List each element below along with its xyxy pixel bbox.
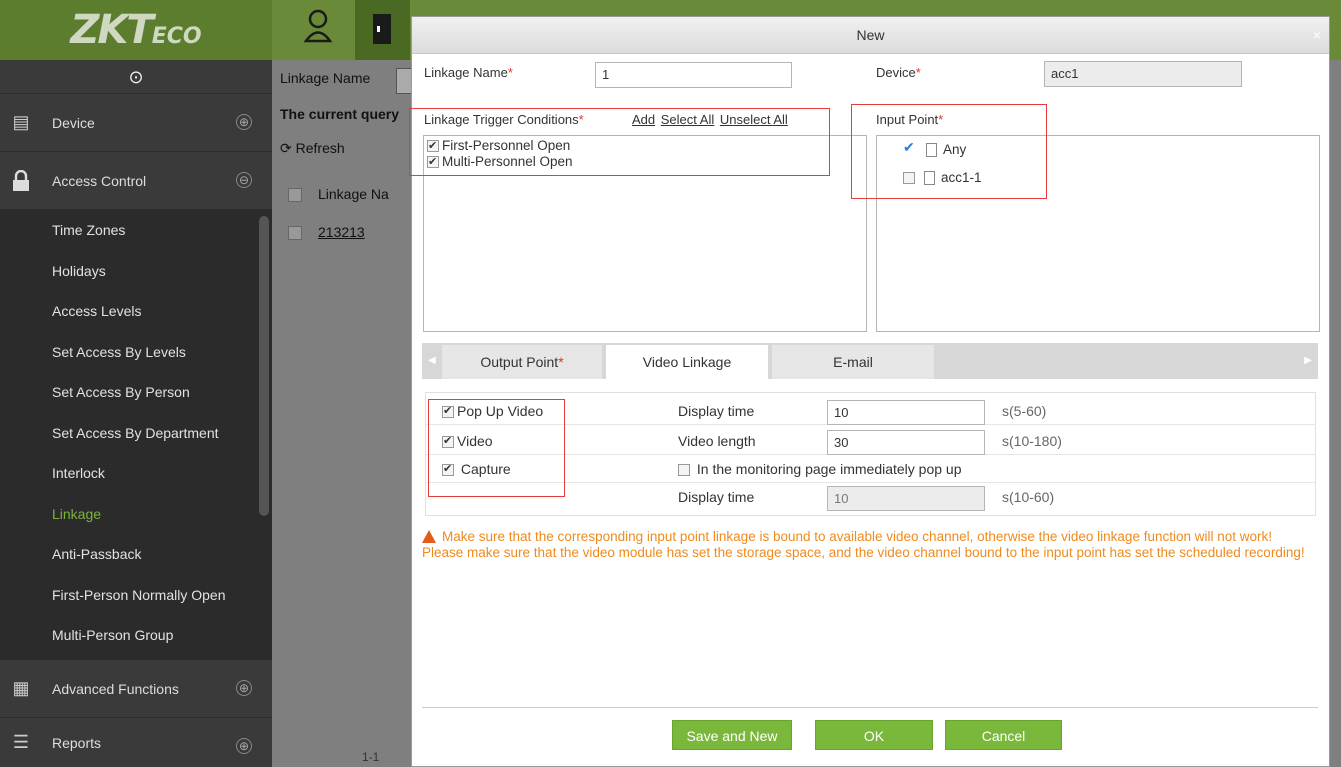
tab-scroll-right-icon[interactable]: ▶ (1304, 343, 1312, 379)
expand-icon[interactable]: ⊕ (236, 680, 252, 696)
device-label: Device* (876, 65, 921, 80)
tab-bar: ◀ Output Point* Video Linkage E-mail ▶ (422, 343, 1318, 379)
sidebar-group-label: Access Control (52, 172, 147, 189)
trigger-highlight-box (409, 108, 830, 176)
close-icon[interactable]: × (1313, 17, 1321, 54)
sidebar-item-set-access-by-department[interactable]: Set Access By Department (0, 413, 272, 454)
access-control-submenu: Time Zones Holidays Access Levels Set Ac… (0, 210, 272, 660)
logo-text: ZKTECO (70, 7, 202, 53)
tab-video-linkage[interactable]: Video Linkage (606, 345, 768, 379)
sidebar-group-device[interactable]: ▤ Device ⊕ (0, 94, 272, 152)
dialog-title: New (856, 27, 885, 43)
logo: ZKTECO (0, 0, 272, 60)
capture-display-time-label: Display time (678, 489, 755, 505)
sidebar-item-access-levels[interactable]: Access Levels (0, 291, 272, 332)
sidebar-item-first-person-normally-open[interactable]: First-Person Normally Open (0, 575, 272, 616)
filter-label: Linkage Name (280, 70, 371, 86)
linkage-name-input[interactable]: 1 (595, 62, 792, 88)
submenu-scrollbar[interactable] (259, 216, 269, 516)
video-length-hint: s(10-180) (1002, 433, 1062, 449)
sidebar-group-access-control[interactable]: Access Control ⊖ (0, 152, 272, 210)
monitor-popup-option[interactable]: In the monitoring page immediately pop u… (678, 461, 962, 477)
refresh-button[interactable]: ⟳ Refresh (280, 140, 345, 157)
capture-display-time-input: 10 (827, 486, 985, 511)
video-linkage-warning: Make sure that the corresponding input p… (422, 529, 1305, 560)
tab-email[interactable]: E-mail (772, 345, 934, 379)
dialog-title-bar: New × (412, 17, 1329, 54)
personnel-icon[interactable] (298, 8, 338, 52)
column-header-linkage-name[interactable]: Linkage Na (318, 186, 389, 202)
input-point-highlight-box (851, 104, 1047, 199)
lock-icon (10, 169, 32, 192)
advanced-icon: ▦ (12, 677, 30, 698)
warning-icon (422, 530, 436, 543)
collapse-icon[interactable]: ⊖ (236, 172, 252, 188)
tab-access-control[interactable] (355, 0, 410, 60)
sidebar-group-advanced-functions[interactable]: ▦ Advanced Functions ⊕ (0, 660, 272, 718)
expand-icon[interactable]: ⊕ (236, 738, 252, 754)
sidebar-item-linkage[interactable]: Linkage (0, 494, 272, 535)
sidebar-group-label: Advanced Functions (52, 680, 179, 697)
sidebar-group-label: Reports (52, 734, 102, 751)
new-linkage-dialog: New × Linkage Name* 1 Device* acc1 Linka… (409, 16, 1330, 767)
tab-scroll-left-icon[interactable]: ◀ (428, 343, 436, 379)
capture-display-time-hint: s(10-60) (1002, 489, 1055, 505)
expand-icon[interactable]: ⊕ (236, 114, 252, 130)
linkage-name-label: Linkage Name* (424, 65, 513, 80)
sidebar: ⊙ ▤ Device ⊕ Access Control ⊖ Time Zones… (0, 60, 272, 767)
dialog-footer-divider (422, 707, 1318, 708)
display-time-label: Display time (678, 403, 755, 419)
sidebar-group-reports[interactable]: ☰ Reports ⊕ (0, 718, 272, 767)
sidebar-item-anti-passback[interactable]: Anti-Passback (0, 534, 272, 575)
display-time-input[interactable]: 10 (827, 400, 985, 425)
sidebar-group-label: Device (52, 114, 95, 131)
sidebar-item-set-access-by-levels[interactable]: Set Access By Levels (0, 332, 272, 373)
display-time-hint: s(5-60) (1002, 403, 1047, 419)
sidebar-item-time-zones[interactable]: Time Zones (0, 210, 272, 251)
table-row-link[interactable]: 213213 (318, 224, 365, 240)
device-icon: ▤ (12, 111, 30, 132)
query-label: The current query (280, 106, 400, 122)
row-checkbox[interactable] (288, 226, 302, 240)
sidebar-collapse-icon[interactable]: ⊙ (0, 60, 272, 94)
reports-icon: ☰ (12, 731, 30, 752)
sidebar-item-set-access-by-person[interactable]: Set Access By Person (0, 372, 272, 413)
device-field: acc1 (1044, 61, 1242, 87)
sidebar-item-interlock[interactable]: Interlock (0, 453, 272, 494)
cancel-button[interactable]: Cancel (945, 720, 1062, 750)
save-and-new-button[interactable]: Save and New (672, 720, 792, 750)
sidebar-item-multi-person-group[interactable]: Multi-Person Group (0, 615, 272, 656)
tab-output-point[interactable]: Output Point* (442, 345, 602, 379)
sidebar-item-holidays[interactable]: Holidays (0, 251, 272, 292)
video-options-highlight-box (428, 399, 565, 497)
video-length-label: Video length (678, 433, 756, 449)
ok-button[interactable]: OK (815, 720, 933, 750)
video-length-input[interactable]: 30 (827, 430, 985, 455)
select-all-checkbox[interactable] (288, 188, 302, 202)
checkbox[interactable] (678, 464, 690, 476)
